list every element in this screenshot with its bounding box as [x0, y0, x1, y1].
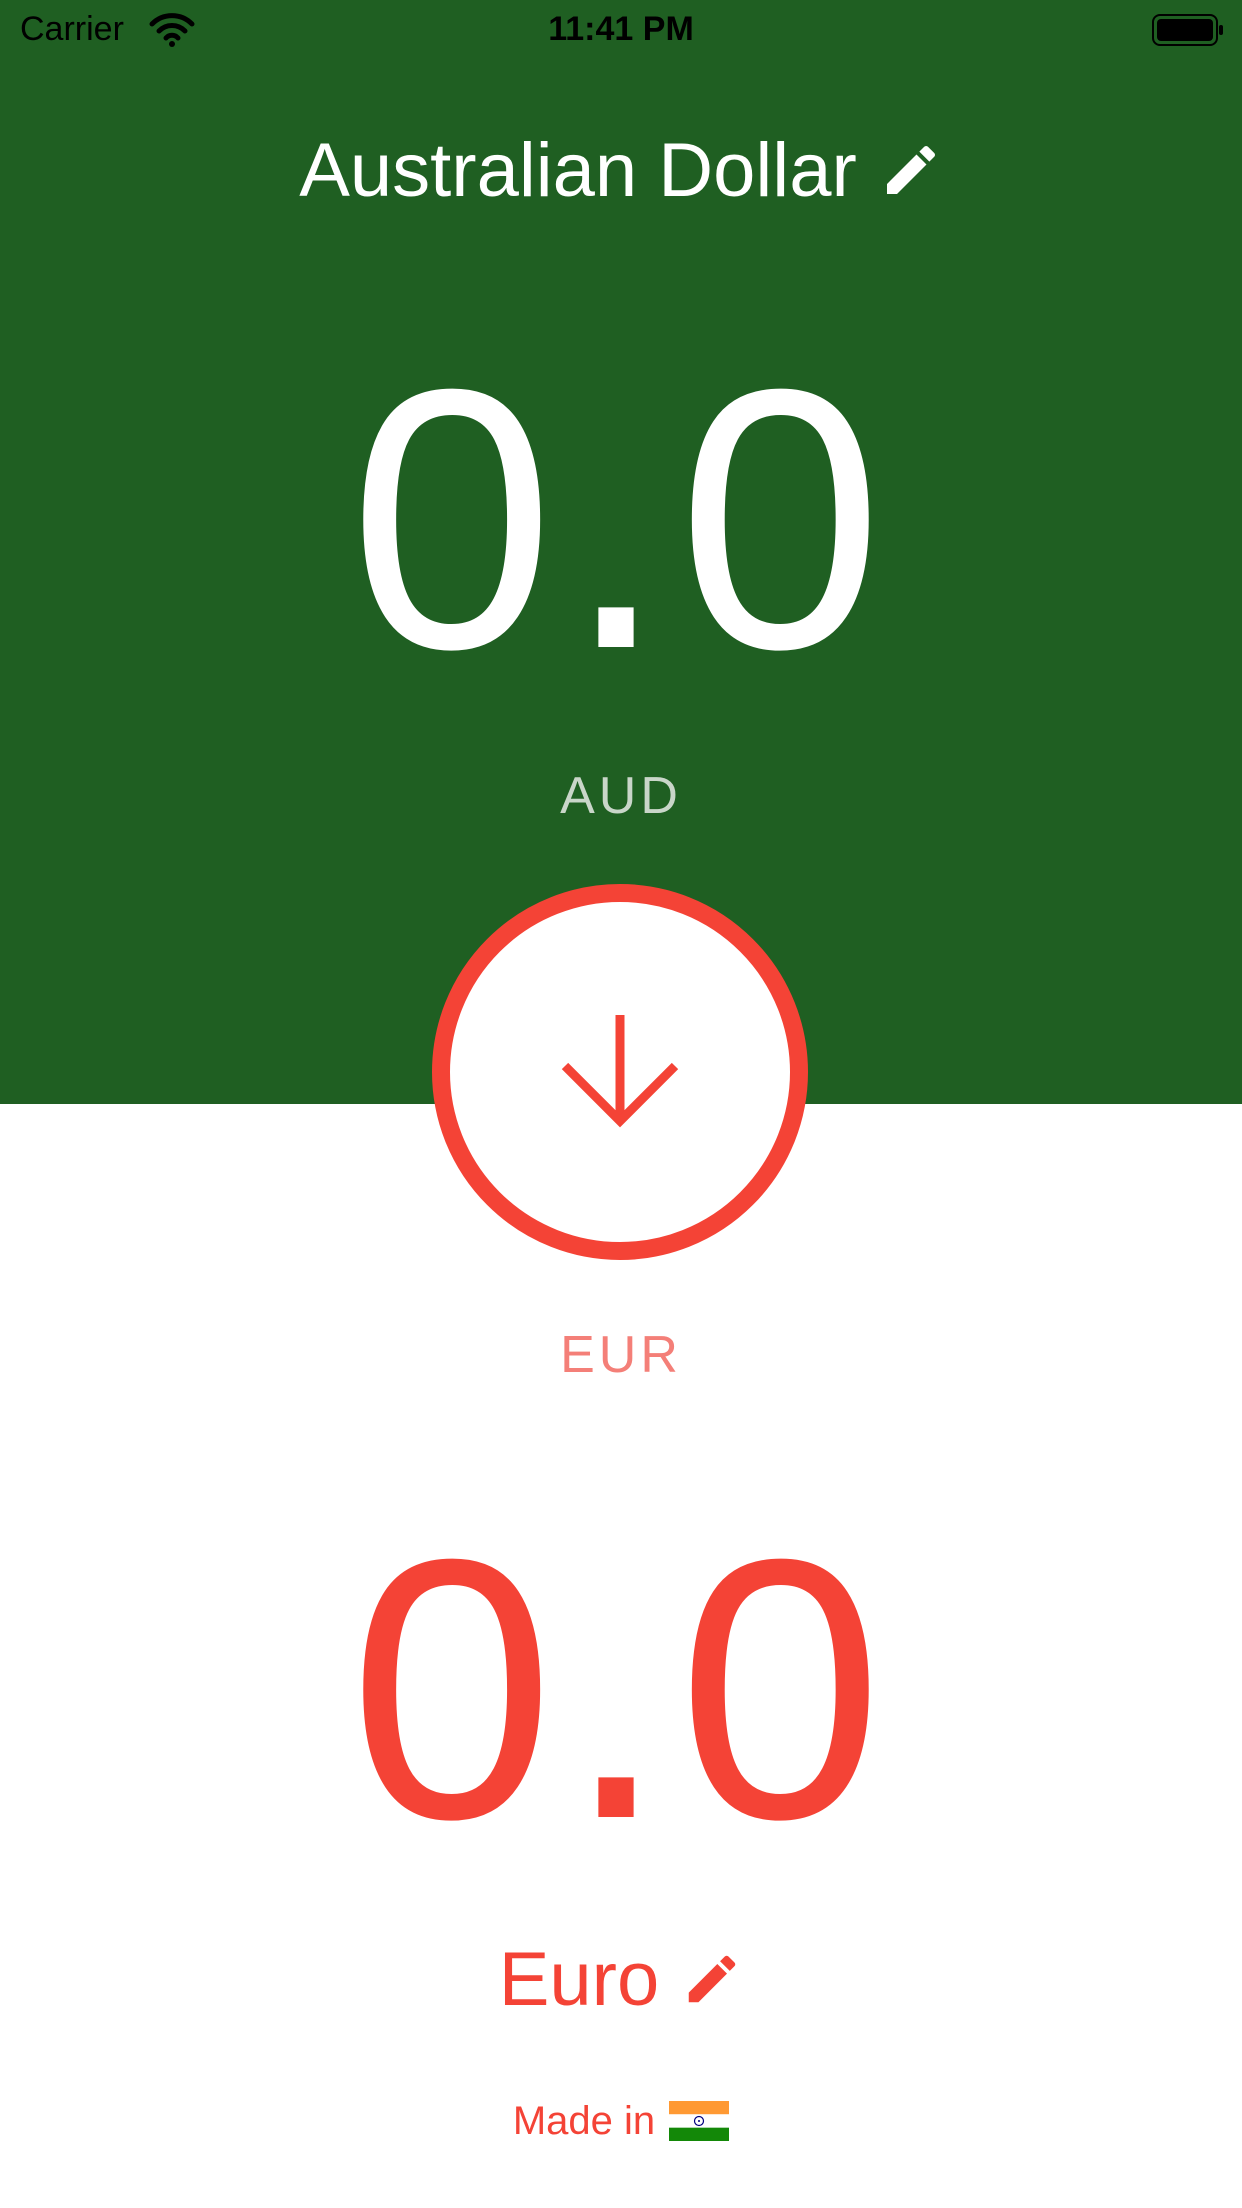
battery-icon: [1152, 14, 1223, 46]
convert-direction-button[interactable]: [432, 884, 808, 1260]
from-currency-name: Australian Dollar: [299, 127, 857, 213]
status-bar: Carrier 11:41 PM: [0, 0, 1242, 60]
to-currency-selector[interactable]: Euro: [0, 1934, 1242, 2024]
to-currency-code: EUR: [560, 1326, 682, 1384]
arrow-down-icon: [561, 1015, 679, 1128]
footer-text: Made in: [512, 2098, 656, 2143]
from-amount-input[interactable]: 0.0: [0, 335, 1242, 705]
footer: Made in: [0, 2096, 1242, 2146]
to-amount-value: 0.0: [348, 1483, 894, 1896]
india-flag-icon: [669, 2101, 730, 2141]
from-currency-selector[interactable]: Australian Dollar: [0, 120, 1242, 220]
clock: 11:41 PM: [548, 10, 694, 48]
pencil-icon[interactable]: [681, 1948, 743, 2010]
pencil-icon[interactable]: [879, 138, 943, 202]
from-currency-code: AUD: [560, 767, 682, 825]
to-currency-name: Euro: [498, 1936, 660, 2022]
